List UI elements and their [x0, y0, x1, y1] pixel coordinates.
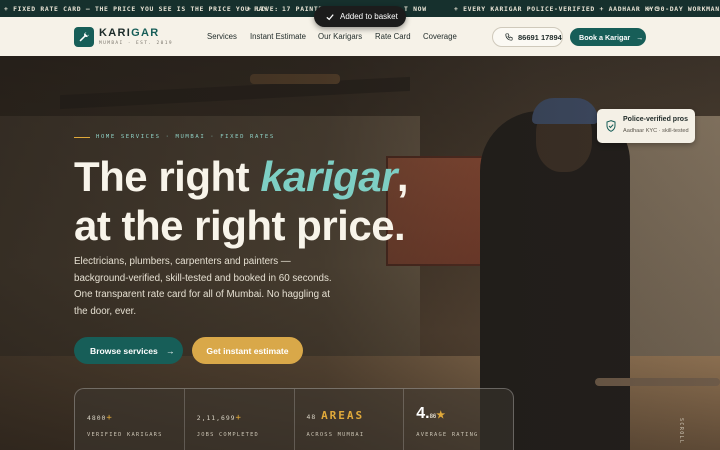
stat-value: 4800 [87, 414, 107, 422]
browse-services-label: Browse services [90, 345, 158, 356]
stat-value: 48 [306, 413, 317, 421]
stat-suffix: AREAS [321, 409, 365, 422]
police-verified-badge: Police-verified pros Aadhaar KYC · skill… [597, 109, 695, 143]
get-instant-estimate-label: Get instant estimate [206, 345, 289, 356]
browse-services-button[interactable]: Browse services → [74, 337, 183, 364]
stat-average-rating: 4.86★ AVERAGE RATING [404, 389, 513, 450]
stat-label: VERIFIED KARIGARS [87, 432, 163, 438]
stats-bar: 4800+ VERIFIED KARIGARS 2,11,699+ JOBS C… [74, 388, 514, 450]
ticker-item: + FIXED RATE CARD — THE PRICE YOU SEE IS… [4, 5, 268, 13]
get-instant-estimate-button[interactable]: Get instant estimate [192, 337, 303, 364]
headline-part-c: at the right price. [74, 202, 406, 249]
eyebrow-line [74, 136, 90, 138]
scroll-indicator[interactable]: SCROLL [678, 418, 684, 444]
arrow-right-icon: → [165, 345, 175, 356]
ticker-item: + EVERY KARIGAR POLICE-VERIFIED + AADHAA… [454, 5, 659, 13]
phone-icon [505, 33, 513, 41]
badge-title: Police-verified pros [623, 116, 688, 123]
hero-headline: The right karigar, at the right price. [74, 152, 409, 250]
arrow-right-icon: → [636, 32, 644, 42]
nav-item-coverage[interactable]: Coverage [423, 32, 457, 41]
wrench-icon [79, 32, 89, 42]
shield-check-icon [606, 120, 616, 132]
stat-suffix: + [235, 413, 242, 423]
nav-item-instant-estimate[interactable]: Instant Estimate [250, 32, 306, 41]
hero-eyebrow: HOME SERVICES · MUMBAI · FIXED RATES [74, 134, 275, 140]
headline-accent: karigar [260, 153, 397, 200]
phone-number: 86691 17894 [518, 32, 562, 42]
stat-label: ACROSS MUMBAI [306, 432, 365, 438]
nav-item-services[interactable]: Services [207, 32, 237, 41]
nav-item-rate-card[interactable]: Rate Card [375, 32, 411, 41]
headline-part-a: The right [74, 153, 261, 200]
toast-text: Added to basket [340, 12, 398, 21]
stat-value: 2,11,699 [196, 414, 236, 422]
star-icon: ★ [436, 410, 446, 421]
added-to-basket-toast: Added to basket [314, 6, 406, 27]
brand-tagline: MUMBAI · EST. 2019 [99, 41, 173, 46]
stat-verified-karigars: 4800+ VERIFIED KARIGARS [75, 389, 185, 450]
headline-part-b: , [396, 153, 409, 200]
stat-label: AVERAGE RATING [416, 432, 479, 438]
hero-description: Electricians, plumbers, carpenters and p… [74, 256, 332, 317]
ticker-item: T NOW [404, 5, 427, 13]
brand-name-a: KARI [99, 27, 132, 39]
ticker-item: + LIVE: [247, 5, 279, 13]
phone-button[interactable]: 86691 17894 [492, 27, 563, 47]
brand-name-b: GAR [131, 27, 160, 39]
logo[interactable] [74, 27, 94, 47]
nav-item-our-karigars[interactable]: Our Karigars [318, 32, 362, 41]
stat-suffix: + [106, 413, 113, 423]
brand-name[interactable]: KARIGAR [99, 27, 159, 39]
check-icon [326, 13, 334, 20]
stat-value: 4. [416, 405, 430, 422]
stat-jobs-completed: 2,11,699+ JOBS COMPLETED [185, 389, 295, 450]
eyebrow-text: HOME SERVICES · MUMBAI · FIXED RATES [96, 134, 275, 140]
stat-areas: 48 AREAS ACROSS MUMBAI [295, 389, 405, 450]
stat-label: JOBS COMPLETED [196, 432, 259, 438]
book-karigar-button[interactable]: Book a Karigar → [570, 28, 646, 46]
ticker-item: + 90-DAY WORKMANS [647, 5, 720, 13]
book-karigar-label: Book a Karigar [579, 32, 631, 42]
badge-subtitle: Aadhaar KYC · skill-tested [623, 128, 689, 134]
